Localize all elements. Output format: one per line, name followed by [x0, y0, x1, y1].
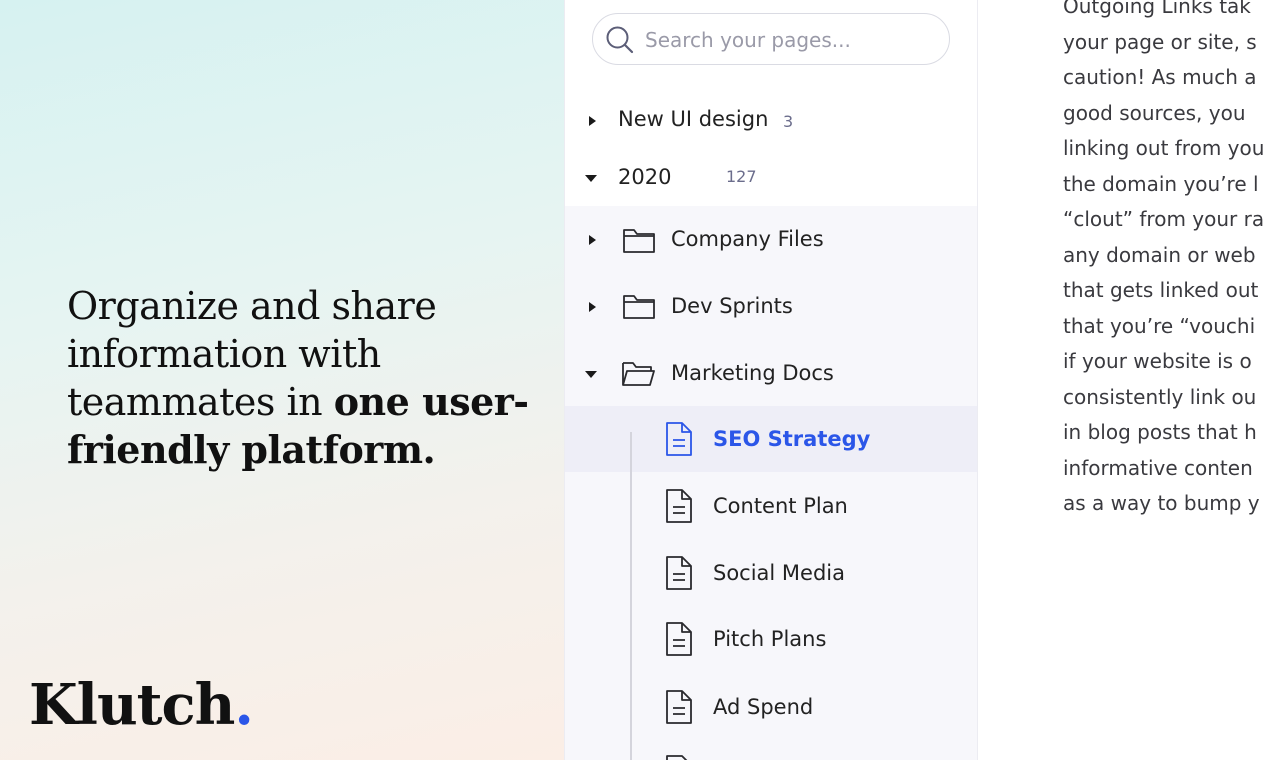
document-content-pane: Outgoing Links tak your page or site, s ca…	[979, 0, 1270, 760]
folder-open-icon	[622, 362, 655, 386]
logo-wordmark: Klutch	[29, 672, 235, 738]
item-count-badge: 3	[783, 112, 794, 131]
text-line: that gets linked out	[1063, 278, 1259, 302]
text-line: linking out from you	[1063, 136, 1265, 160]
tree-item-label: 2020	[618, 165, 672, 189]
caret-right-icon[interactable]	[585, 114, 599, 128]
tree-item-2020[interactable]: 2020 127	[565, 160, 977, 196]
folder-company-files[interactable]: Company Files	[565, 220, 977, 260]
doc-label: SEO Strategy	[713, 427, 871, 451]
text-line: informative conten	[1063, 455, 1253, 480]
doc-pitch-plans[interactable]: Pitch Plans	[565, 618, 977, 660]
doc-label: Pitch Plans	[713, 627, 827, 651]
tree-item-new-ui-design[interactable]: New UI design 3	[565, 103, 977, 139]
text-line: as a way to bump y	[1063, 491, 1260, 515]
doc-label: Social Media	[713, 561, 846, 585]
doc-social-media[interactable]: Social Media	[565, 552, 977, 594]
item-count-badge: 127	[726, 167, 757, 186]
folder-icon	[623, 295, 655, 319]
folder-label: Company Files	[671, 227, 824, 251]
doc-content-plan[interactable]: Content Plan	[565, 485, 977, 527]
document-icon	[666, 422, 692, 456]
text-line: good sources, you	[1063, 100, 1246, 125]
folder-icon	[623, 229, 655, 253]
text-line: consistently link ou	[1063, 384, 1257, 409]
text-line: any domain or web	[1063, 242, 1256, 267]
doc-label: Ad Spend	[713, 695, 814, 719]
text-line: caution! As much a	[1063, 65, 1257, 89]
search-icon	[606, 26, 634, 54]
text-line: your page or site, s	[1063, 29, 1257, 54]
caret-down-icon[interactable]	[584, 367, 598, 381]
text-line: in blog posts that h	[1063, 420, 1257, 444]
hero-panel: Organize and share information with team…	[0, 0, 564, 760]
tree-item-label: New UI design	[618, 107, 769, 131]
folder-label: Marketing Docs	[671, 361, 834, 385]
folder-dev-sprints[interactable]: Dev Sprints	[565, 287, 977, 327]
caret-right-icon[interactable]	[585, 300, 599, 314]
folder-label: Dev Sprints	[671, 294, 793, 318]
doc-ad-spend[interactable]: Ad Spend	[565, 686, 977, 728]
folder-marketing-docs[interactable]: Marketing Docs	[565, 354, 977, 394]
text-line: Outgoing Links tak	[1063, 0, 1251, 18]
text-line: if your website is o	[1063, 349, 1252, 373]
document-icon	[666, 489, 692, 523]
doc-label: Content Plan	[713, 494, 848, 518]
doc-seo-strategy[interactable]: SEO Strategy	[565, 418, 977, 460]
document-icon	[666, 690, 692, 724]
search-input[interactable]	[645, 26, 935, 54]
document-body-text: Outgoing Links tak your page or site, s ca…	[1063, 0, 1270, 522]
brand-logo: Klutch.	[29, 672, 254, 738]
page-tree-sidebar: New UI design 3 2020 127 Company Files D…	[564, 0, 978, 760]
logo-dot: .	[234, 672, 253, 738]
search-box[interactable]	[592, 13, 950, 65]
hero-tagline: Organize and share information with team…	[67, 282, 537, 474]
text-line: that you’re “vouchi	[1063, 313, 1256, 338]
text-line: the domain you’re l	[1063, 171, 1259, 196]
caret-down-icon[interactable]	[584, 171, 598, 185]
document-icon	[666, 755, 688, 760]
document-icon	[666, 622, 692, 656]
text-line: “clout” from your ra	[1063, 207, 1265, 231]
document-icon	[666, 556, 692, 590]
caret-right-icon[interactable]	[585, 233, 599, 247]
